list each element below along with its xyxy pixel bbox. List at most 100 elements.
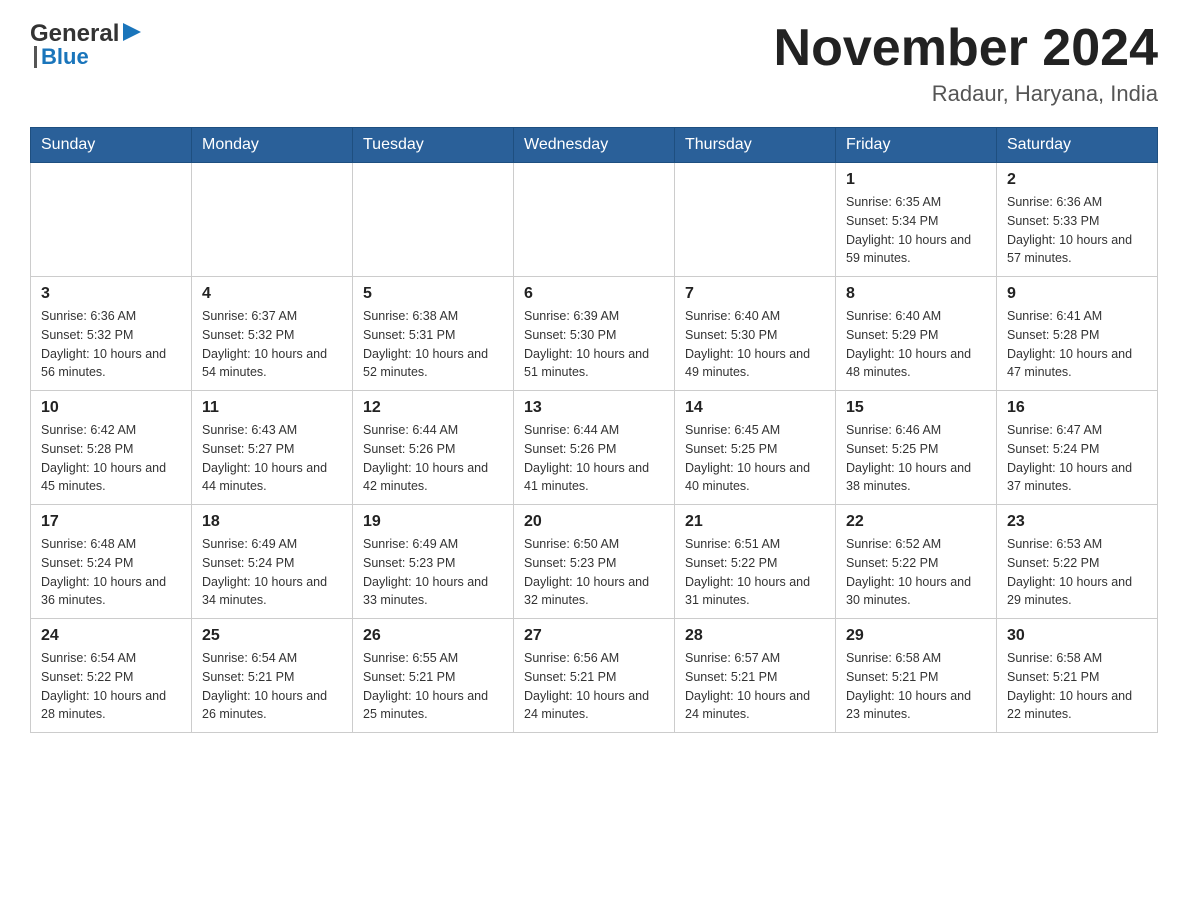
calendar-title: November 2024: [774, 20, 1158, 77]
day-info: Sunrise: 6:43 AM Sunset: 5:27 PM Dayligh…: [202, 421, 342, 496]
day-number: 16: [1007, 399, 1147, 417]
day-number: 26: [363, 627, 503, 645]
calendar-cell: 17Sunrise: 6:48 AM Sunset: 5:24 PM Dayli…: [31, 505, 192, 619]
week-row-2: 3Sunrise: 6:36 AM Sunset: 5:32 PM Daylig…: [31, 277, 1158, 391]
day-info: Sunrise: 6:54 AM Sunset: 5:21 PM Dayligh…: [202, 649, 342, 724]
day-info: Sunrise: 6:55 AM Sunset: 5:21 PM Dayligh…: [363, 649, 503, 724]
week-row-1: 1 Sunrise: 6:35 AM Sunset: 5:34 PM Daylig…: [31, 163, 1158, 277]
day-info: Sunrise: 6:38 AM Sunset: 5:31 PM Dayligh…: [363, 307, 503, 382]
day-header-tuesday: Tuesday: [353, 128, 514, 163]
day-info: Sunrise: 6:37 AM Sunset: 5:32 PM Dayligh…: [202, 307, 342, 382]
day-info: Sunrise: 6:49 AM Sunset: 5:24 PM Dayligh…: [202, 535, 342, 610]
day-number: 12: [363, 399, 503, 417]
day-number: 1: [846, 171, 986, 189]
days-of-week-row: SundayMondayTuesdayWednesdayThursdayFrid…: [31, 128, 1158, 163]
day-number: 29: [846, 627, 986, 645]
day-info: Sunrise: 6:47 AM Sunset: 5:24 PM Dayligh…: [1007, 421, 1147, 496]
calendar-table: SundayMondayTuesdayWednesdayThursdayFrid…: [30, 127, 1158, 733]
calendar-cell: 20 Sunrise: 6:50 AM Sunset: 5:23 PM Dayli…: [514, 505, 675, 619]
day-info: Sunrise: 6:50 AM Sunset: 5:23 PM Dayligh…: [524, 535, 664, 610]
week-row-5: 24 Sunrise: 6:54 AM Sunset: 5:22 PM Dayli…: [31, 619, 1158, 733]
day-number: 4: [202, 285, 342, 303]
calendar-cell: 1 Sunrise: 6:35 AM Sunset: 5:34 PM Daylig…: [836, 163, 997, 277]
day-info: Sunrise: 6:53 AM Sunset: 5:22 PM Dayligh…: [1007, 535, 1147, 610]
day-info: Sunrise: 6:45 AM Sunset: 5:25 PM Dayligh…: [685, 421, 825, 496]
day-info: Sunrise: 6:58 AM Sunset: 5:21 PM Dayligh…: [1007, 649, 1147, 724]
calendar-cell: 14 Sunrise: 6:45 AM Sunset: 5:25 PM Dayli…: [675, 391, 836, 505]
calendar-subtitle: Radaur, Haryana, India: [774, 81, 1158, 107]
logo-blue-text: Blue: [41, 44, 89, 70]
day-info: Sunrise: 6:46 AM Sunset: 5:25 PM Dayligh…: [846, 421, 986, 496]
day-info: Sunrise: 6:52 AM Sunset: 5:22 PM Dayligh…: [846, 535, 986, 610]
day-header-sunday: Sunday: [31, 128, 192, 163]
day-number: 19: [363, 513, 503, 531]
day-header-wednesday: Wednesday: [514, 128, 675, 163]
calendar-cell: 24 Sunrise: 6:54 AM Sunset: 5:22 PM Dayli…: [31, 619, 192, 733]
calendar-cell: 27Sunrise: 6:56 AM Sunset: 5:21 PM Dayli…: [514, 619, 675, 733]
day-info: Sunrise: 6:49 AM Sunset: 5:23 PM Dayligh…: [363, 535, 503, 610]
day-number: 30: [1007, 627, 1147, 645]
calendar-body: 1 Sunrise: 6:35 AM Sunset: 5:34 PM Daylig…: [31, 163, 1158, 733]
calendar-cell: 6Sunrise: 6:39 AM Sunset: 5:30 PM Daylig…: [514, 277, 675, 391]
calendar-cell: 25 Sunrise: 6:54 AM Sunset: 5:21 PM Dayli…: [192, 619, 353, 733]
day-header-saturday: Saturday: [997, 128, 1158, 163]
day-number: 8: [846, 285, 986, 303]
day-info: Sunrise: 6:40 AM Sunset: 5:30 PM Dayligh…: [685, 307, 825, 382]
calendar-cell: 21 Sunrise: 6:51 AM Sunset: 5:22 PM Dayli…: [675, 505, 836, 619]
week-row-4: 17Sunrise: 6:48 AM Sunset: 5:24 PM Dayli…: [31, 505, 1158, 619]
calendar-cell: 16 Sunrise: 6:47 AM Sunset: 5:24 PM Dayli…: [997, 391, 1158, 505]
week-row-3: 10Sunrise: 6:42 AM Sunset: 5:28 PM Dayli…: [31, 391, 1158, 505]
calendar-cell: 30 Sunrise: 6:58 AM Sunset: 5:21 PM Dayli…: [997, 619, 1158, 733]
day-info: Sunrise: 6:35 AM Sunset: 5:34 PM Dayligh…: [846, 193, 986, 268]
calendar-cell: 29 Sunrise: 6:58 AM Sunset: 5:21 PM Dayli…: [836, 619, 997, 733]
day-number: 11: [202, 399, 342, 417]
calendar-cell: [514, 163, 675, 277]
logo-flag-icon: [121, 21, 143, 48]
logo-divider: [34, 46, 37, 68]
day-header-friday: Friday: [836, 128, 997, 163]
day-info: Sunrise: 6:54 AM Sunset: 5:22 PM Dayligh…: [41, 649, 181, 724]
title-block: November 2024 Radaur, Haryana, India: [774, 20, 1158, 107]
day-number: 5: [363, 285, 503, 303]
day-number: 14: [685, 399, 825, 417]
day-number: 23: [1007, 513, 1147, 531]
calendar-cell: [192, 163, 353, 277]
day-number: 7: [685, 285, 825, 303]
calendar-cell: 26 Sunrise: 6:55 AM Sunset: 5:21 PM Dayli…: [353, 619, 514, 733]
day-info: Sunrise: 6:40 AM Sunset: 5:29 PM Dayligh…: [846, 307, 986, 382]
day-number: 27: [524, 627, 664, 645]
calendar-cell: [675, 163, 836, 277]
calendar-cell: 12Sunrise: 6:44 AM Sunset: 5:26 PM Dayli…: [353, 391, 514, 505]
calendar-cell: 8 Sunrise: 6:40 AM Sunset: 5:29 PM Daylig…: [836, 277, 997, 391]
calendar-cell: [31, 163, 192, 277]
day-info: Sunrise: 6:41 AM Sunset: 5:28 PM Dayligh…: [1007, 307, 1147, 382]
day-header-monday: Monday: [192, 128, 353, 163]
calendar-cell: 22 Sunrise: 6:52 AM Sunset: 5:22 PM Dayli…: [836, 505, 997, 619]
calendar-cell: 19 Sunrise: 6:49 AM Sunset: 5:23 PM Dayli…: [353, 505, 514, 619]
calendar-cell: 5 Sunrise: 6:38 AM Sunset: 5:31 PM Daylig…: [353, 277, 514, 391]
day-number: 21: [685, 513, 825, 531]
calendar-cell: 2Sunrise: 6:36 AM Sunset: 5:33 PM Daylig…: [997, 163, 1158, 277]
day-number: 22: [846, 513, 986, 531]
day-number: 20: [524, 513, 664, 531]
day-number: 24: [41, 627, 181, 645]
calendar-cell: 9Sunrise: 6:41 AM Sunset: 5:28 PM Daylig…: [997, 277, 1158, 391]
day-info: Sunrise: 6:36 AM Sunset: 5:32 PM Dayligh…: [41, 307, 181, 382]
calendar-cell: 23 Sunrise: 6:53 AM Sunset: 5:22 PM Dayli…: [997, 505, 1158, 619]
day-info: Sunrise: 6:58 AM Sunset: 5:21 PM Dayligh…: [846, 649, 986, 724]
calendar-cell: 28Sunrise: 6:57 AM Sunset: 5:21 PM Dayli…: [675, 619, 836, 733]
day-info: Sunrise: 6:42 AM Sunset: 5:28 PM Dayligh…: [41, 421, 181, 496]
calendar-cell: 3Sunrise: 6:36 AM Sunset: 5:32 PM Daylig…: [31, 277, 192, 391]
day-number: 17: [41, 513, 181, 531]
day-number: 28: [685, 627, 825, 645]
day-number: 13: [524, 399, 664, 417]
calendar-cell: [353, 163, 514, 277]
calendar-cell: 18Sunrise: 6:49 AM Sunset: 5:24 PM Dayli…: [192, 505, 353, 619]
day-number: 25: [202, 627, 342, 645]
page-header: General Blue November 2024 Radaur, Harya…: [30, 20, 1158, 107]
calendar-cell: 10Sunrise: 6:42 AM Sunset: 5:28 PM Dayli…: [31, 391, 192, 505]
day-info: Sunrise: 6:51 AM Sunset: 5:22 PM Dayligh…: [685, 535, 825, 610]
day-number: 6: [524, 285, 664, 303]
day-number: 15: [846, 399, 986, 417]
day-header-thursday: Thursday: [675, 128, 836, 163]
